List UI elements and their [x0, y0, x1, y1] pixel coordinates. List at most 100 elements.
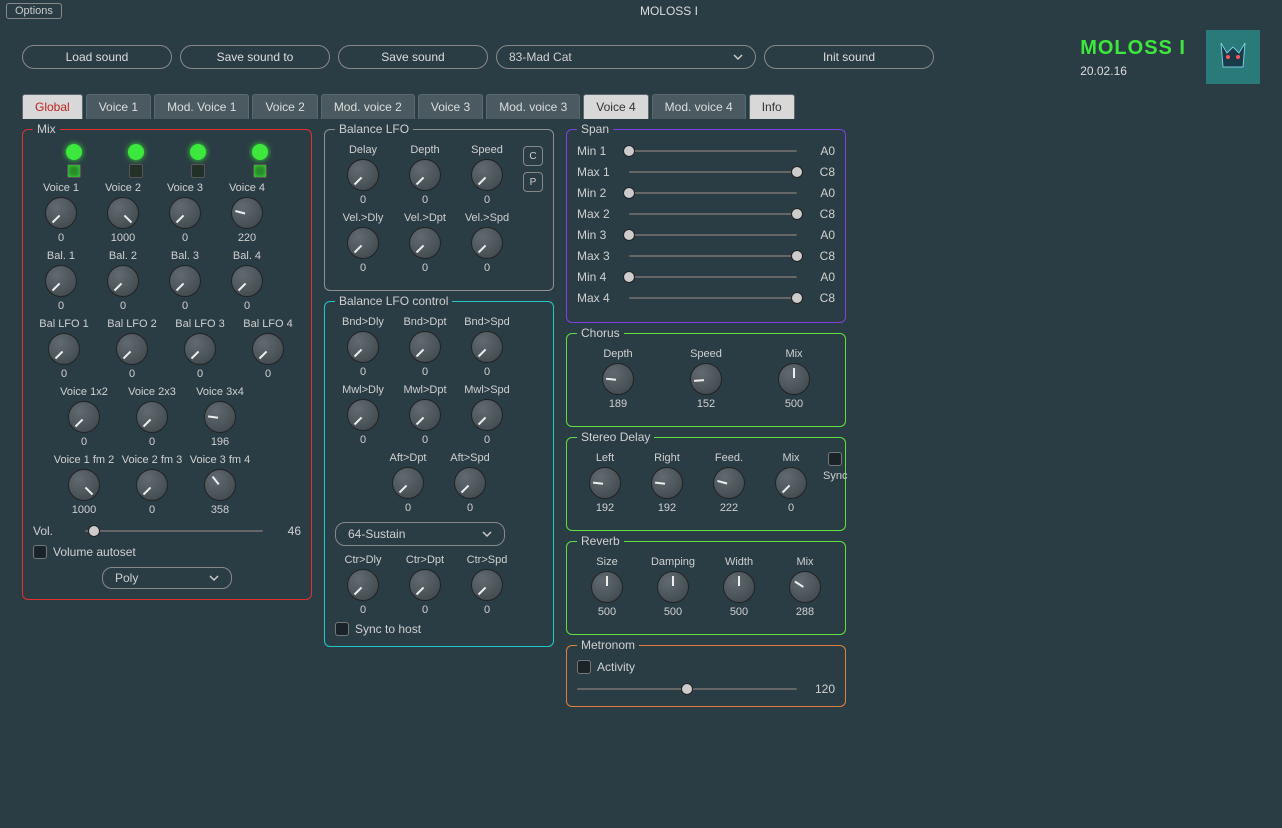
tab-global[interactable]: Global: [22, 94, 83, 119]
blc-r2-2-knob[interactable]: [471, 399, 503, 431]
mix-xmod-0-knob[interactable]: [68, 401, 100, 433]
mix-fm-2-knob[interactable]: [204, 469, 236, 501]
preset-select[interactable]: 83-Mad Cat: [496, 45, 756, 69]
mix-bal-2-knob[interactable]: [169, 265, 201, 297]
blc-r4-0-value: 0: [360, 604, 366, 616]
blfo-r2-2-knob[interactable]: [471, 227, 503, 259]
voice4-enable[interactable]: [253, 164, 267, 178]
blc-r2-0-knob[interactable]: [347, 399, 379, 431]
blfo-r2-0-knob[interactable]: [347, 227, 379, 259]
delay-0-knob[interactable]: [589, 467, 621, 499]
vol-slider[interactable]: [85, 530, 263, 532]
delay-3-knob[interactable]: [775, 467, 807, 499]
span-1-slider[interactable]: [629, 171, 797, 173]
metronom-activity-checkbox[interactable]: [577, 660, 591, 674]
blc-r3-0-knob[interactable]: [392, 467, 424, 499]
reverb-2-label: Width: [725, 556, 753, 568]
blfo-r1-0-value: 0: [360, 194, 366, 206]
voice3-enable[interactable]: [191, 164, 205, 178]
controller-select[interactable]: 64-Sustain: [335, 522, 505, 546]
init-sound-button[interactable]: Init sound: [764, 45, 934, 69]
poly-select[interactable]: Poly: [102, 567, 232, 589]
tab-mod-voice4[interactable]: Mod. voice 4: [652, 94, 746, 119]
tab-mod-voice1[interactable]: Mod. Voice 1: [154, 94, 249, 119]
blc-r2-1-knob[interactable]: [409, 399, 441, 431]
delay-2-knob[interactable]: [713, 467, 745, 499]
mix-ballfo-1-knob[interactable]: [116, 333, 148, 365]
voice1-enable[interactable]: [67, 164, 81, 178]
mix-bal-3-knob[interactable]: [231, 265, 263, 297]
blc-r1-2-knob[interactable]: [471, 331, 503, 363]
tab-mod-voice2[interactable]: Mod. voice 2: [321, 94, 415, 119]
span-2-slider[interactable]: [629, 192, 797, 194]
mix-ballfo-2-knob[interactable]: [184, 333, 216, 365]
span-6-slider[interactable]: [629, 276, 797, 278]
voice2-led: [128, 144, 144, 160]
voice2-enable[interactable]: [129, 164, 143, 178]
delay-sync-checkbox[interactable]: [828, 452, 842, 466]
tab-voice4[interactable]: Voice 4: [583, 94, 648, 119]
delay-sync-label: Sync: [823, 470, 847, 482]
mix-ballfo-3-knob[interactable]: [252, 333, 284, 365]
span-6-value: A0: [805, 270, 835, 284]
blc-r4-2-knob[interactable]: [471, 569, 503, 601]
mix-bal-1-knob[interactable]: [107, 265, 139, 297]
blc-r1-0-knob[interactable]: [347, 331, 379, 363]
span-4-slider[interactable]: [629, 234, 797, 236]
balance-lfo-p-button[interactable]: P: [523, 172, 543, 192]
mix-xmod-2-knob[interactable]: [204, 401, 236, 433]
delay-1-knob[interactable]: [651, 467, 683, 499]
mix-voice-2-knob[interactable]: [169, 197, 201, 229]
delay-1-label: Right: [654, 452, 680, 464]
mix-voice-3-knob[interactable]: [231, 197, 263, 229]
span-5-slider[interactable]: [629, 255, 797, 257]
span-0-slider[interactable]: [629, 150, 797, 152]
save-sound-button[interactable]: Save sound: [338, 45, 488, 69]
chorus-1-knob[interactable]: [690, 363, 722, 395]
tab-voice2[interactable]: Voice 2: [252, 94, 317, 119]
options-button[interactable]: Options: [6, 3, 62, 19]
blfo-r1-2-knob[interactable]: [471, 159, 503, 191]
balance-lfo-c-button[interactable]: C: [523, 146, 543, 166]
tab-mod-voice3[interactable]: Mod. voice 3: [486, 94, 580, 119]
metronom-slider[interactable]: [577, 688, 797, 690]
blfo-r2-1-knob[interactable]: [409, 227, 441, 259]
span-3-slider[interactable]: [629, 213, 797, 215]
reverb-2-knob[interactable]: [723, 571, 755, 603]
blc-r3-1-knob[interactable]: [454, 467, 486, 499]
vol-label: Vol.: [33, 524, 77, 538]
blc-r1-1-knob[interactable]: [409, 331, 441, 363]
mix-bal-0-knob[interactable]: [45, 265, 77, 297]
delay-2-label: Feed.: [715, 452, 743, 464]
blc-r2-1-value: 0: [422, 434, 428, 446]
blfo-r1-0-knob[interactable]: [347, 159, 379, 191]
blc-r3-0-value: 0: [405, 502, 411, 514]
tab-info[interactable]: Info: [749, 94, 795, 119]
mix-fm-1-knob[interactable]: [136, 469, 168, 501]
load-sound-button[interactable]: Load sound: [22, 45, 172, 69]
tab-voice1[interactable]: Voice 1: [86, 94, 151, 119]
mix-voice-0-knob[interactable]: [45, 197, 77, 229]
span-7-slider[interactable]: [629, 297, 797, 299]
chorus-0-knob[interactable]: [602, 363, 634, 395]
mix-fm-1-label: Voice 2 fm 3: [122, 454, 183, 466]
mix-voice-3-label: Voice 4: [229, 182, 265, 194]
sync-to-host-checkbox[interactable]: [335, 622, 349, 636]
volume-autoset-checkbox[interactable]: [33, 545, 47, 559]
tab-voice3[interactable]: Voice 3: [418, 94, 483, 119]
mix-voice-1-knob[interactable]: [107, 197, 139, 229]
mix-ballfo-0-knob[interactable]: [48, 333, 80, 365]
reverb-3-knob[interactable]: [789, 571, 821, 603]
mix-xmod-1-knob[interactable]: [136, 401, 168, 433]
reverb-0-knob[interactable]: [591, 571, 623, 603]
blfo-r2-0-value: 0: [360, 262, 366, 274]
mix-bal-2-label: Bal. 3: [171, 250, 199, 262]
span-5-label: Max 3: [577, 249, 621, 263]
reverb-1-knob[interactable]: [657, 571, 689, 603]
blc-r4-0-knob[interactable]: [347, 569, 379, 601]
save-sound-to-button[interactable]: Save sound to: [180, 45, 330, 69]
blfo-r1-1-knob[interactable]: [409, 159, 441, 191]
blc-r4-1-knob[interactable]: [409, 569, 441, 601]
chorus-2-knob[interactable]: [778, 363, 810, 395]
mix-fm-0-knob[interactable]: [68, 469, 100, 501]
